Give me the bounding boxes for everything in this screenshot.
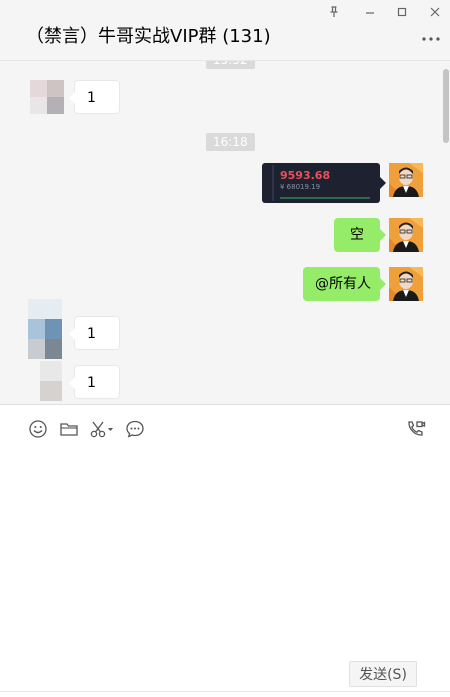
more-icon[interactable]: [420, 28, 442, 42]
chat-scrollbar[interactable]: [442, 61, 450, 404]
image-bar: [272, 165, 274, 201]
avatar-member-1[interactable]: [30, 80, 64, 114]
folder-icon[interactable]: [59, 419, 79, 439]
scissors-icon[interactable]: [89, 419, 115, 439]
message-bubble-left-2[interactable]: 1: [69, 316, 120, 350]
avatar-self[interactable]: [389, 163, 423, 197]
message-bubble-left-1[interactable]: 1: [69, 80, 120, 114]
close-icon[interactable]: [427, 4, 443, 18]
image-footer-line: [280, 197, 370, 199]
image-price: 9593.68: [280, 169, 331, 182]
maximize-icon[interactable]: [394, 4, 410, 18]
time-stamp: 16:18: [206, 133, 255, 151]
time-stamp-top: 15:52: [206, 61, 255, 69]
image-message[interactable]: 9593.68 ¥ 68019.19: [262, 163, 386, 203]
chart-image: 9593.68 ¥ 68019.19: [262, 163, 380, 203]
avatar-member-2[interactable]: [28, 299, 62, 359]
message-bubble-right-2[interactable]: @所有人: [303, 267, 386, 301]
chat-title: （禁言）牛哥实战VIP群 (131): [26, 26, 271, 47]
title-bar: （禁言）牛哥实战VIP群 (131): [0, 0, 450, 61]
image-subprice: ¥ 68019.19: [280, 183, 321, 191]
image-tail: [380, 177, 386, 189]
chat-area[interactable]: 15:52 1 16:18 9593.68 ¥ 68019.19: [0, 61, 450, 404]
avatar-self[interactable]: [389, 267, 423, 301]
pin-icon[interactable]: [326, 4, 342, 18]
emoji-icon[interactable]: [28, 419, 48, 439]
avatar-self[interactable]: [389, 218, 423, 252]
chat-history-icon[interactable]: [125, 419, 145, 439]
send-button[interactable]: 发送(S): [349, 661, 417, 687]
voice-video-call-icon[interactable]: [406, 419, 426, 439]
message-input-area[interactable]: 发送(S): [0, 404, 450, 697]
avatar-member-3[interactable]: [40, 361, 62, 401]
minimize-icon[interactable]: [362, 4, 378, 18]
chat-scrollbar-thumb[interactable]: [443, 69, 449, 143]
message-bubble-right-1[interactable]: 空: [334, 218, 386, 252]
window-bottom-border: [0, 691, 450, 692]
message-bubble-left-3[interactable]: 1: [69, 365, 120, 399]
